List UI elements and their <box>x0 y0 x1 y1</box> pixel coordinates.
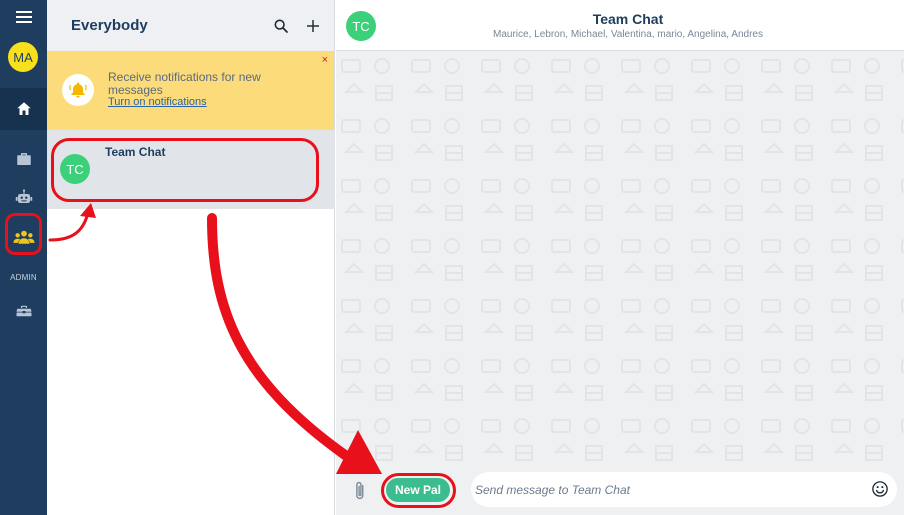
bell-badge <box>62 74 94 106</box>
toolbox-icon <box>16 305 31 317</box>
chat-background-pattern <box>336 52 904 468</box>
message-composer: New Pal <box>336 468 904 515</box>
nav-people[interactable] <box>0 222 47 252</box>
search-icon <box>274 19 288 33</box>
notification-banner: Receive notifications for new messages × <box>47 51 334 130</box>
plus-icon <box>307 19 319 32</box>
nav-admin[interactable] <box>0 300 47 322</box>
user-avatar[interactable]: MA <box>8 42 38 72</box>
chat-item-annotation-ring <box>51 138 319 202</box>
nav-bots[interactable] <box>0 186 47 208</box>
chat-list-item[interactable]: TC Team Chat <box>47 130 335 209</box>
bell-icon <box>69 82 87 98</box>
turn-on-notifications-link[interactable]: Turn on notifications <box>108 96 207 108</box>
admin-section-label: ADMIN <box>10 273 37 282</box>
people-icon <box>12 230 35 244</box>
nav-work[interactable] <box>0 148 47 170</box>
robot-icon <box>15 189 32 203</box>
chat-members: Maurice, Lebron, Michael, Valentina, mar… <box>493 29 763 40</box>
menu-icon <box>15 16 32 18</box>
chat-header: TC Team Chat Maurice, Lebron, Michael, V… <box>336 0 904 51</box>
message-input[interactable] <box>471 472 897 507</box>
chat-area: TC Team Chat Maurice, Lebron, Michael, V… <box>336 0 904 515</box>
nav-rail: MA ADMIN <box>0 0 47 515</box>
nav-home[interactable] <box>0 88 47 130</box>
new-pal-button[interactable]: New Pal <box>386 478 450 502</box>
close-notification-button[interactable]: × <box>322 54 328 66</box>
menu-button[interactable] <box>0 8 47 26</box>
notification-text: Receive notifications for new messages <box>108 70 261 97</box>
paperclip-icon[interactable] <box>352 480 368 502</box>
conversation-list-panel: Everybody Receive notifications for new … <box>47 0 335 515</box>
list-title: Everybody <box>71 17 148 34</box>
search-button[interactable] <box>270 15 292 37</box>
chat-title[interactable]: Team Chat <box>336 11 904 27</box>
briefcase-icon <box>16 153 31 165</box>
home-icon <box>16 102 31 115</box>
add-chat-button[interactable] <box>302 15 324 37</box>
emoji-icon[interactable] <box>871 480 889 498</box>
list-header: Everybody <box>47 0 334 51</box>
